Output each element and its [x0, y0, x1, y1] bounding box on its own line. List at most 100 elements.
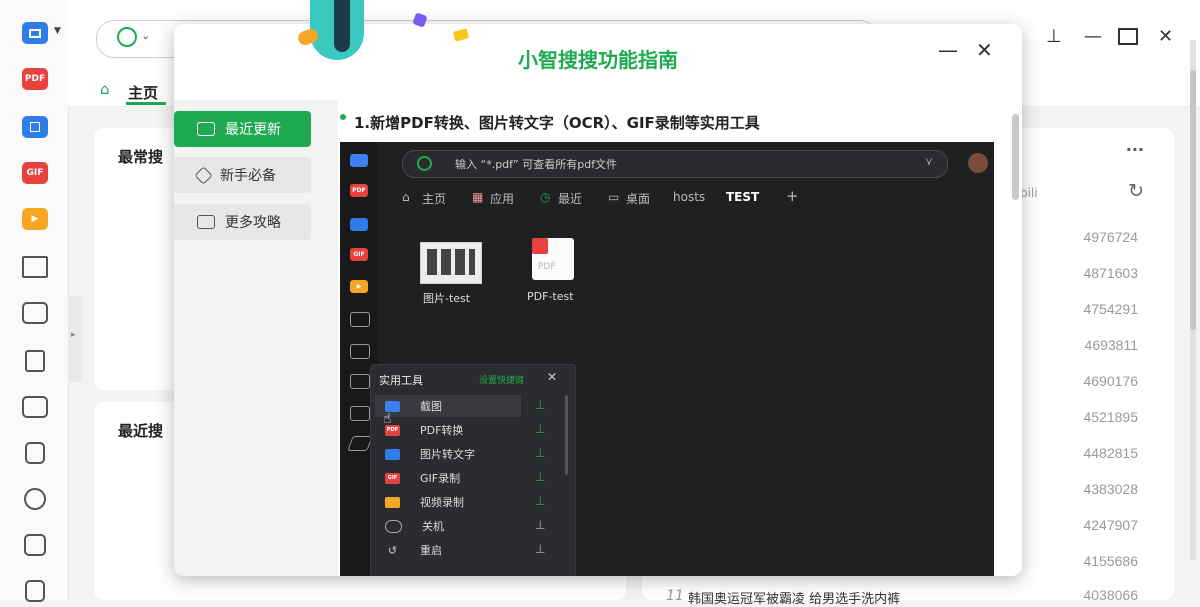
mascot-illustration — [296, 0, 378, 62]
power-icon — [385, 519, 402, 533]
tool-item: PDF PDF转换 — [375, 419, 521, 441]
calculator-icon[interactable] — [22, 302, 48, 324]
tool-item: 图片转文字 — [375, 443, 521, 465]
shortcut-link: 设置快捷键 — [479, 376, 525, 386]
maximize-button[interactable] — [1118, 28, 1138, 45]
main-scrollbar[interactable] — [1190, 40, 1196, 560]
video-record-icon: ▶ — [350, 280, 368, 293]
nav-recent-updates[interactable]: 最近更新 — [174, 111, 311, 147]
hot-count: 4482815 — [1083, 445, 1138, 461]
hot-count: 4871603 — [1083, 265, 1138, 281]
tool-item: 截图 — [375, 395, 521, 417]
lock-icon[interactable] — [25, 350, 45, 372]
nav-label: 更多攻略 — [225, 215, 281, 231]
hot-item-title[interactable]: 韩国奥运冠军被霸凌 给男选手洗内裤 — [688, 588, 900, 607]
image-file-icon — [420, 242, 482, 284]
tool-label: GIF录制 — [420, 472, 461, 485]
desktop-icon[interactable] — [22, 256, 48, 278]
power-icon[interactable] — [24, 488, 46, 510]
refresh-icon[interactable]: ↻ — [1128, 180, 1144, 202]
hot-count: 4247907 — [1083, 517, 1138, 533]
pin-icon: ⊥ — [535, 494, 546, 508]
screenshot-icon — [350, 154, 368, 167]
clock-icon: ◷ — [540, 190, 551, 204]
apps-icon: ▦ — [472, 190, 484, 204]
tool-label: PDF转换 — [420, 424, 464, 437]
monitor-icon — [350, 374, 370, 389]
file-name: 图片-test — [423, 292, 471, 305]
pin-icon[interactable]: ⊥ — [1046, 26, 1062, 47]
preview-tab-active: TEST — [726, 190, 760, 204]
active-tab-indicator — [126, 102, 166, 105]
trash-icon[interactable] — [25, 580, 45, 602]
chevron-down-icon[interactable]: ⌄ — [141, 29, 150, 42]
pdf-icon: PDF — [385, 424, 400, 436]
cleanup-icon[interactable] — [24, 534, 46, 556]
ocr-icon[interactable] — [22, 116, 48, 138]
hot-count: 4976724 — [1083, 229, 1138, 245]
update-headline: 1.新增PDF转换、图片转文字（OCR）、GIF录制等实用工具 — [354, 114, 760, 132]
dialog-scrollbar[interactable] — [1012, 114, 1019, 200]
bullet-dot — [340, 114, 346, 120]
screenshot-icon[interactable] — [22, 22, 48, 44]
hot-count: 4754291 — [1083, 301, 1138, 317]
partial-text: bili — [1020, 186, 1038, 200]
hot-rank-number: 11 — [666, 588, 684, 604]
pdf-icon[interactable]: PDF — [22, 68, 48, 90]
gif-icon[interactable]: GIF — [22, 162, 48, 184]
dialog-close-button[interactable]: ✕ — [976, 38, 993, 62]
pin-icon: ⊥ — [535, 398, 546, 412]
layers-icon — [194, 165, 213, 185]
desktop-icon — [350, 312, 370, 327]
collapse-handle[interactable]: ▸ — [68, 296, 82, 382]
notes-icon — [350, 406, 370, 421]
video-record-icon — [385, 496, 400, 508]
preview-search-input: 输入 “*.pdf” 可查看所有pdf文件 ⋎ — [402, 150, 948, 178]
menu-scrollbar — [565, 395, 568, 475]
tools-menu: 实用工具 设置快捷键 ✕ 截图 ☝ PDF PDF转换 图片转文字 GIF GI… — [370, 364, 576, 576]
preview-tab: 主页 — [422, 192, 447, 206]
hot-count: 4038066 — [1083, 587, 1138, 603]
eraser-icon — [347, 436, 373, 451]
search-placeholder: 输入 “*.pdf” 可查看所有pdf文件 — [455, 158, 618, 171]
preview-tab: 桌面 — [626, 192, 651, 206]
pdf-icon: PDF — [350, 184, 368, 197]
dialog-minimize-button[interactable]: — — [938, 38, 958, 62]
preview-tab: 应用 — [490, 192, 515, 206]
tool-label: 视频录制 — [420, 496, 464, 509]
more-button[interactable]: ··· — [1126, 140, 1144, 159]
ocr-icon — [350, 218, 368, 231]
pin-icon: ⊥ — [535, 446, 546, 460]
nav-more-guides[interactable]: 更多攻略 — [174, 204, 311, 240]
pin-icon: ⊥ — [535, 470, 546, 484]
tool-item: ↺ 重启 — [375, 539, 521, 561]
monitor-icon[interactable] — [22, 396, 48, 418]
preview-tab: hosts — [673, 190, 706, 204]
preview-tab: 最近 — [558, 192, 583, 206]
hot-count: 4521895 — [1083, 409, 1138, 425]
section-title: 最常搜 — [118, 148, 164, 166]
minimize-button[interactable]: — — [1084, 26, 1102, 47]
tool-label: 关机 — [422, 520, 444, 533]
feature-preview-image: PDF GIF ▶ 输入 “*.pdf” 可查看所有pdf文件 ⋎ ⌂ 主页 ▦… — [340, 142, 994, 576]
pin-icon: ⊥ — [535, 422, 546, 436]
section-title: 最近搜 — [118, 422, 164, 440]
hot-count: 4155686 — [1083, 553, 1138, 569]
home-icon: ⌂ — [100, 80, 110, 98]
search-icon — [417, 156, 432, 171]
hot-count: 4383028 — [1083, 481, 1138, 497]
document-icon — [197, 215, 215, 229]
tool-label: 截图 — [420, 400, 442, 413]
video-record-icon[interactable]: ▶ — [22, 208, 48, 230]
filter-icon: ⋎ — [924, 155, 933, 168]
dropdown-caret-icon[interactable]: ▼ — [54, 26, 61, 36]
nav-beginner-essentials[interactable]: 新手必备 — [174, 157, 311, 193]
tab-home[interactable]: 主页 — [128, 82, 158, 103]
tool-label: 图片转文字 — [420, 448, 475, 461]
notes-icon[interactable] — [25, 442, 45, 464]
close-window-button[interactable]: ✕ — [1158, 26, 1173, 47]
tool-item: 视频录制 — [375, 491, 521, 513]
add-tab-icon: + — [786, 187, 799, 205]
restart-icon: ↺ — [387, 543, 398, 557]
pin-icon: ⊥ — [535, 518, 546, 532]
